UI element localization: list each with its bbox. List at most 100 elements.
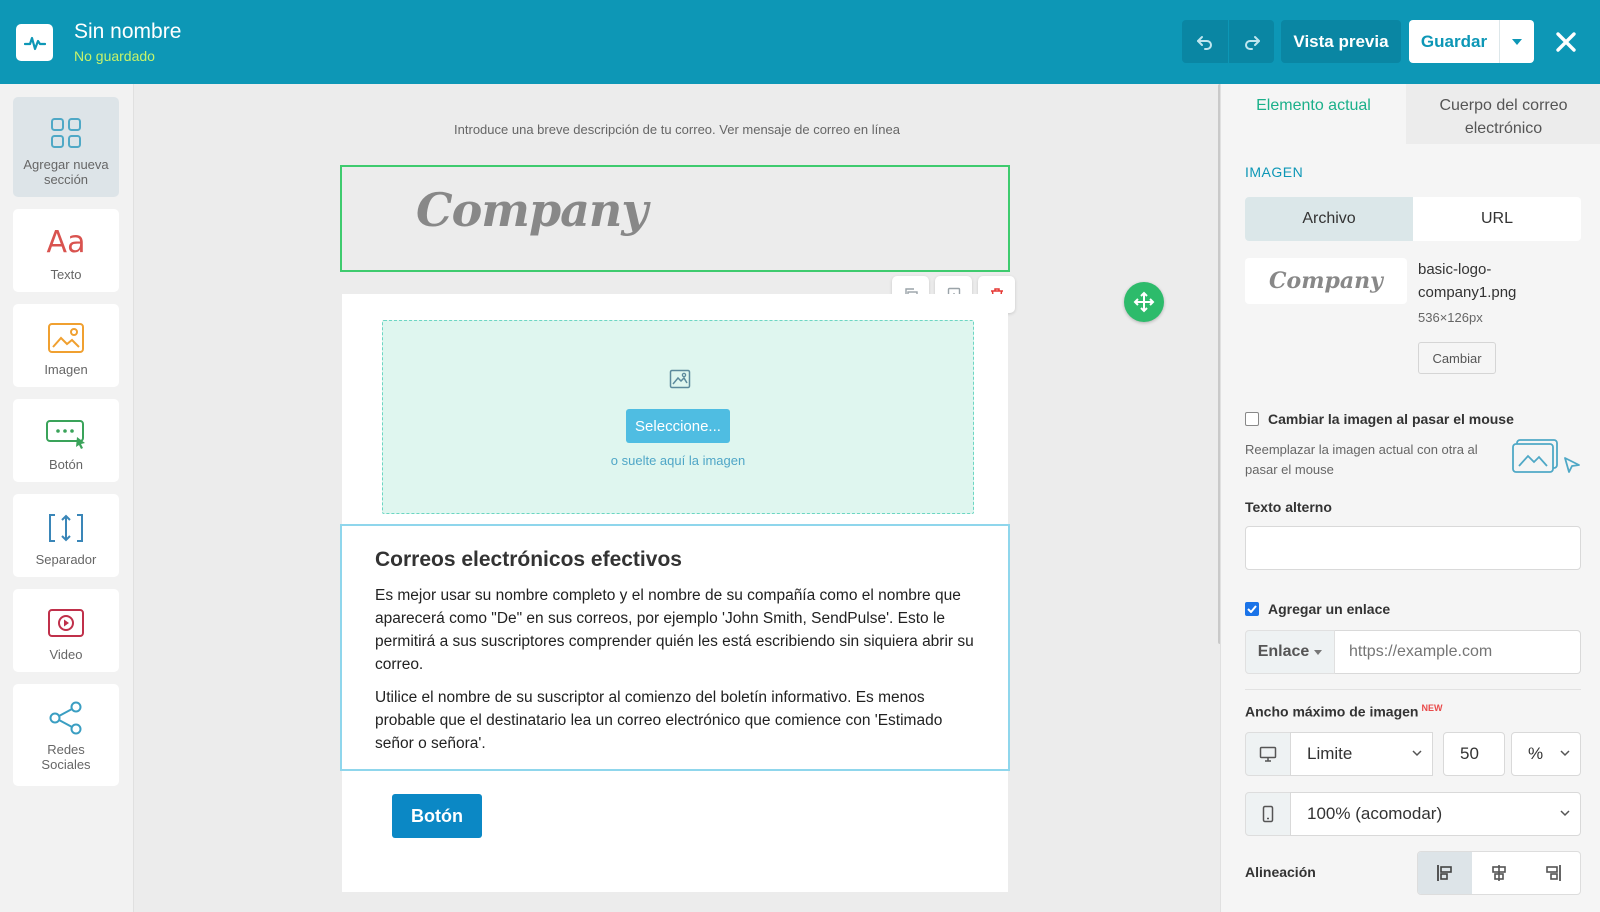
- image-source-switch: Archivo URL: [1245, 197, 1581, 241]
- drop-hint: o suelte aquí la imagen: [610, 453, 746, 468]
- mobile-width-value: 100% (acomodar): [1307, 804, 1443, 823]
- hover-swap-label: Cambiar la imagen al pasar el mouse: [1268, 411, 1514, 427]
- select-image-button[interactable]: Seleccione...: [626, 409, 730, 443]
- panel-tabs: Elemento actual Cuerpo del correo electr…: [1221, 84, 1600, 144]
- alt-text-input[interactable]: [1245, 526, 1581, 570]
- move-icon: [1133, 291, 1155, 313]
- tab-url[interactable]: URL: [1413, 197, 1581, 241]
- desktop-width-unit: %: [1528, 744, 1544, 763]
- image-placeholder-icon: [669, 369, 691, 394]
- close-button[interactable]: [1552, 24, 1580, 60]
- desktop-width-mode-select[interactable]: Limite: [1290, 732, 1433, 776]
- alt-text-label: Texto alterno: [1245, 499, 1332, 515]
- image-icon: [47, 320, 85, 356]
- move-block-handle[interactable]: [1124, 282, 1164, 322]
- preview-button[interactable]: Vista previa: [1281, 20, 1401, 63]
- top-bar: Sin nombre No guardado Vista previa Guar…: [0, 0, 1600, 84]
- image-dropzone[interactable]: Seleccione... o suelte aquí la imagen: [382, 320, 974, 514]
- link-type-dropdown[interactable]: Enlace: [1245, 630, 1335, 674]
- link-type-value: Enlace: [1257, 643, 1310, 660]
- text-block[interactable]: Correos electrónicos efectivos Es mejor …: [340, 524, 1010, 771]
- checkmark-icon: [1247, 605, 1257, 613]
- text-paragraph: Es mejor usar su nombre completo y el no…: [375, 587, 974, 673]
- add-link-checkbox[interactable]: [1245, 602, 1259, 616]
- desktop-device-toggle[interactable]: [1245, 732, 1291, 776]
- tab-file[interactable]: Archivo: [1245, 197, 1413, 241]
- sidebar-item-video[interactable]: Video: [13, 589, 119, 672]
- desktop-width-value-input[interactable]: 50: [1443, 732, 1505, 776]
- share-icon: [48, 700, 84, 736]
- sidebar-item-label: Botón: [49, 457, 83, 472]
- redo-icon: [1244, 35, 1260, 50]
- link-url-input[interactable]: [1335, 630, 1581, 674]
- tab-current-element[interactable]: Elemento actual: [1221, 84, 1406, 144]
- email-canvas: Introduce una breve descripción de tu co…: [134, 84, 1220, 912]
- sidebar-item-separator[interactable]: Separador: [13, 494, 119, 577]
- change-image-button[interactable]: Cambiar: [1418, 342, 1496, 374]
- sidebar-item-text[interactable]: Aa Texto: [13, 209, 119, 292]
- sidebar-item-label: Texto: [50, 267, 82, 282]
- sidebar-item-button[interactable]: Botón: [13, 399, 119, 482]
- new-badge: NEW: [1421, 703, 1443, 713]
- blocks-sidebar: Agregar nueva sección Aa Texto Imagen Bo…: [0, 84, 134, 912]
- save-group: Guardar: [1409, 20, 1534, 63]
- caret-down-icon: [1314, 649, 1323, 655]
- desktop-width-mode-value: Limite: [1307, 744, 1353, 763]
- undo-icon: [1197, 35, 1212, 50]
- caret-down-icon: [1512, 38, 1522, 45]
- add-link-label: Agregar un enlace: [1268, 601, 1391, 617]
- align-right-icon: [1546, 865, 1561, 881]
- properties-panel: Elemento actual Cuerpo del correo electr…: [1220, 84, 1600, 912]
- app-logo[interactable]: [16, 24, 53, 61]
- mobile-width-select[interactable]: 100% (acomodar): [1290, 792, 1581, 836]
- hover-swap-option[interactable]: Cambiar la imagen al pasar el mouse: [1245, 411, 1514, 427]
- tab-email-body[interactable]: Cuerpo del correo electrónico: [1406, 84, 1600, 144]
- chevron-down-icon: [1560, 750, 1570, 757]
- company-logo: Company: [416, 183, 648, 237]
- file-name: basic-logo-company1.png: [1418, 261, 1517, 301]
- divider: [1245, 689, 1581, 690]
- align-left-button[interactable]: [1418, 852, 1472, 894]
- align-left-icon: [1437, 865, 1452, 881]
- alignment-buttons: [1417, 851, 1581, 895]
- mobile-icon: [1262, 805, 1274, 823]
- align-right-button[interactable]: [1526, 852, 1580, 894]
- close-icon: [1556, 32, 1576, 52]
- desktop-width-unit-select[interactable]: %: [1511, 732, 1581, 776]
- mobile-device-toggle[interactable]: [1245, 792, 1291, 836]
- redo-button[interactable]: [1228, 20, 1274, 63]
- save-options-button[interactable]: [1499, 20, 1534, 63]
- sidebar-item-label: Imagen: [44, 362, 88, 377]
- hover-swap-checkbox[interactable]: [1245, 412, 1259, 426]
- image-thumbnail: Company: [1245, 258, 1407, 304]
- desktop-icon: [1259, 746, 1277, 762]
- chevron-down-icon: [1412, 750, 1422, 757]
- hover-swap-icon: [1511, 438, 1581, 483]
- sidebar-item-add-section[interactable]: Agregar nueva sección: [13, 97, 119, 197]
- sidebar-item-label: Agregar nueva sección: [23, 157, 109, 187]
- sidebar-item-social[interactable]: Redes Sociales: [13, 684, 119, 786]
- sidebar-item-image[interactable]: Imagen: [13, 304, 119, 387]
- email-button[interactable]: Botón: [392, 794, 482, 838]
- link-row: Enlace: [1245, 630, 1581, 674]
- save-button[interactable]: Guardar: [1409, 20, 1499, 63]
- add-link-option[interactable]: Agregar un enlace: [1245, 601, 1390, 617]
- text-paragraph: Utilice el nombre de su suscriptor al co…: [375, 689, 943, 752]
- email-body: Seleccione... o suelte aquí la imagen Co…: [340, 294, 1010, 892]
- sidebar-item-label: Redes Sociales: [41, 742, 91, 772]
- header-logo-block[interactable]: Company: [340, 165, 1010, 272]
- alignment-label: Alineación: [1245, 864, 1316, 880]
- undo-button[interactable]: [1182, 20, 1228, 63]
- chevron-down-icon: [1560, 810, 1570, 817]
- preheader-text[interactable]: Introduce una breve descripción de tu co…: [134, 122, 1220, 137]
- text-icon: Aa: [46, 225, 86, 260]
- video-icon: [47, 605, 85, 641]
- sidebar-item-label: Video: [49, 647, 83, 662]
- separator-icon: [47, 510, 85, 546]
- email-title[interactable]: Sin nombre: [74, 20, 181, 44]
- align-center-button[interactable]: [1472, 852, 1526, 894]
- history-controls: [1182, 20, 1274, 63]
- file-dimensions: 536×126px: [1418, 310, 1483, 325]
- text-heading: Correos electrónicos efectivos: [375, 548, 682, 571]
- save-status: No guardado: [74, 48, 155, 64]
